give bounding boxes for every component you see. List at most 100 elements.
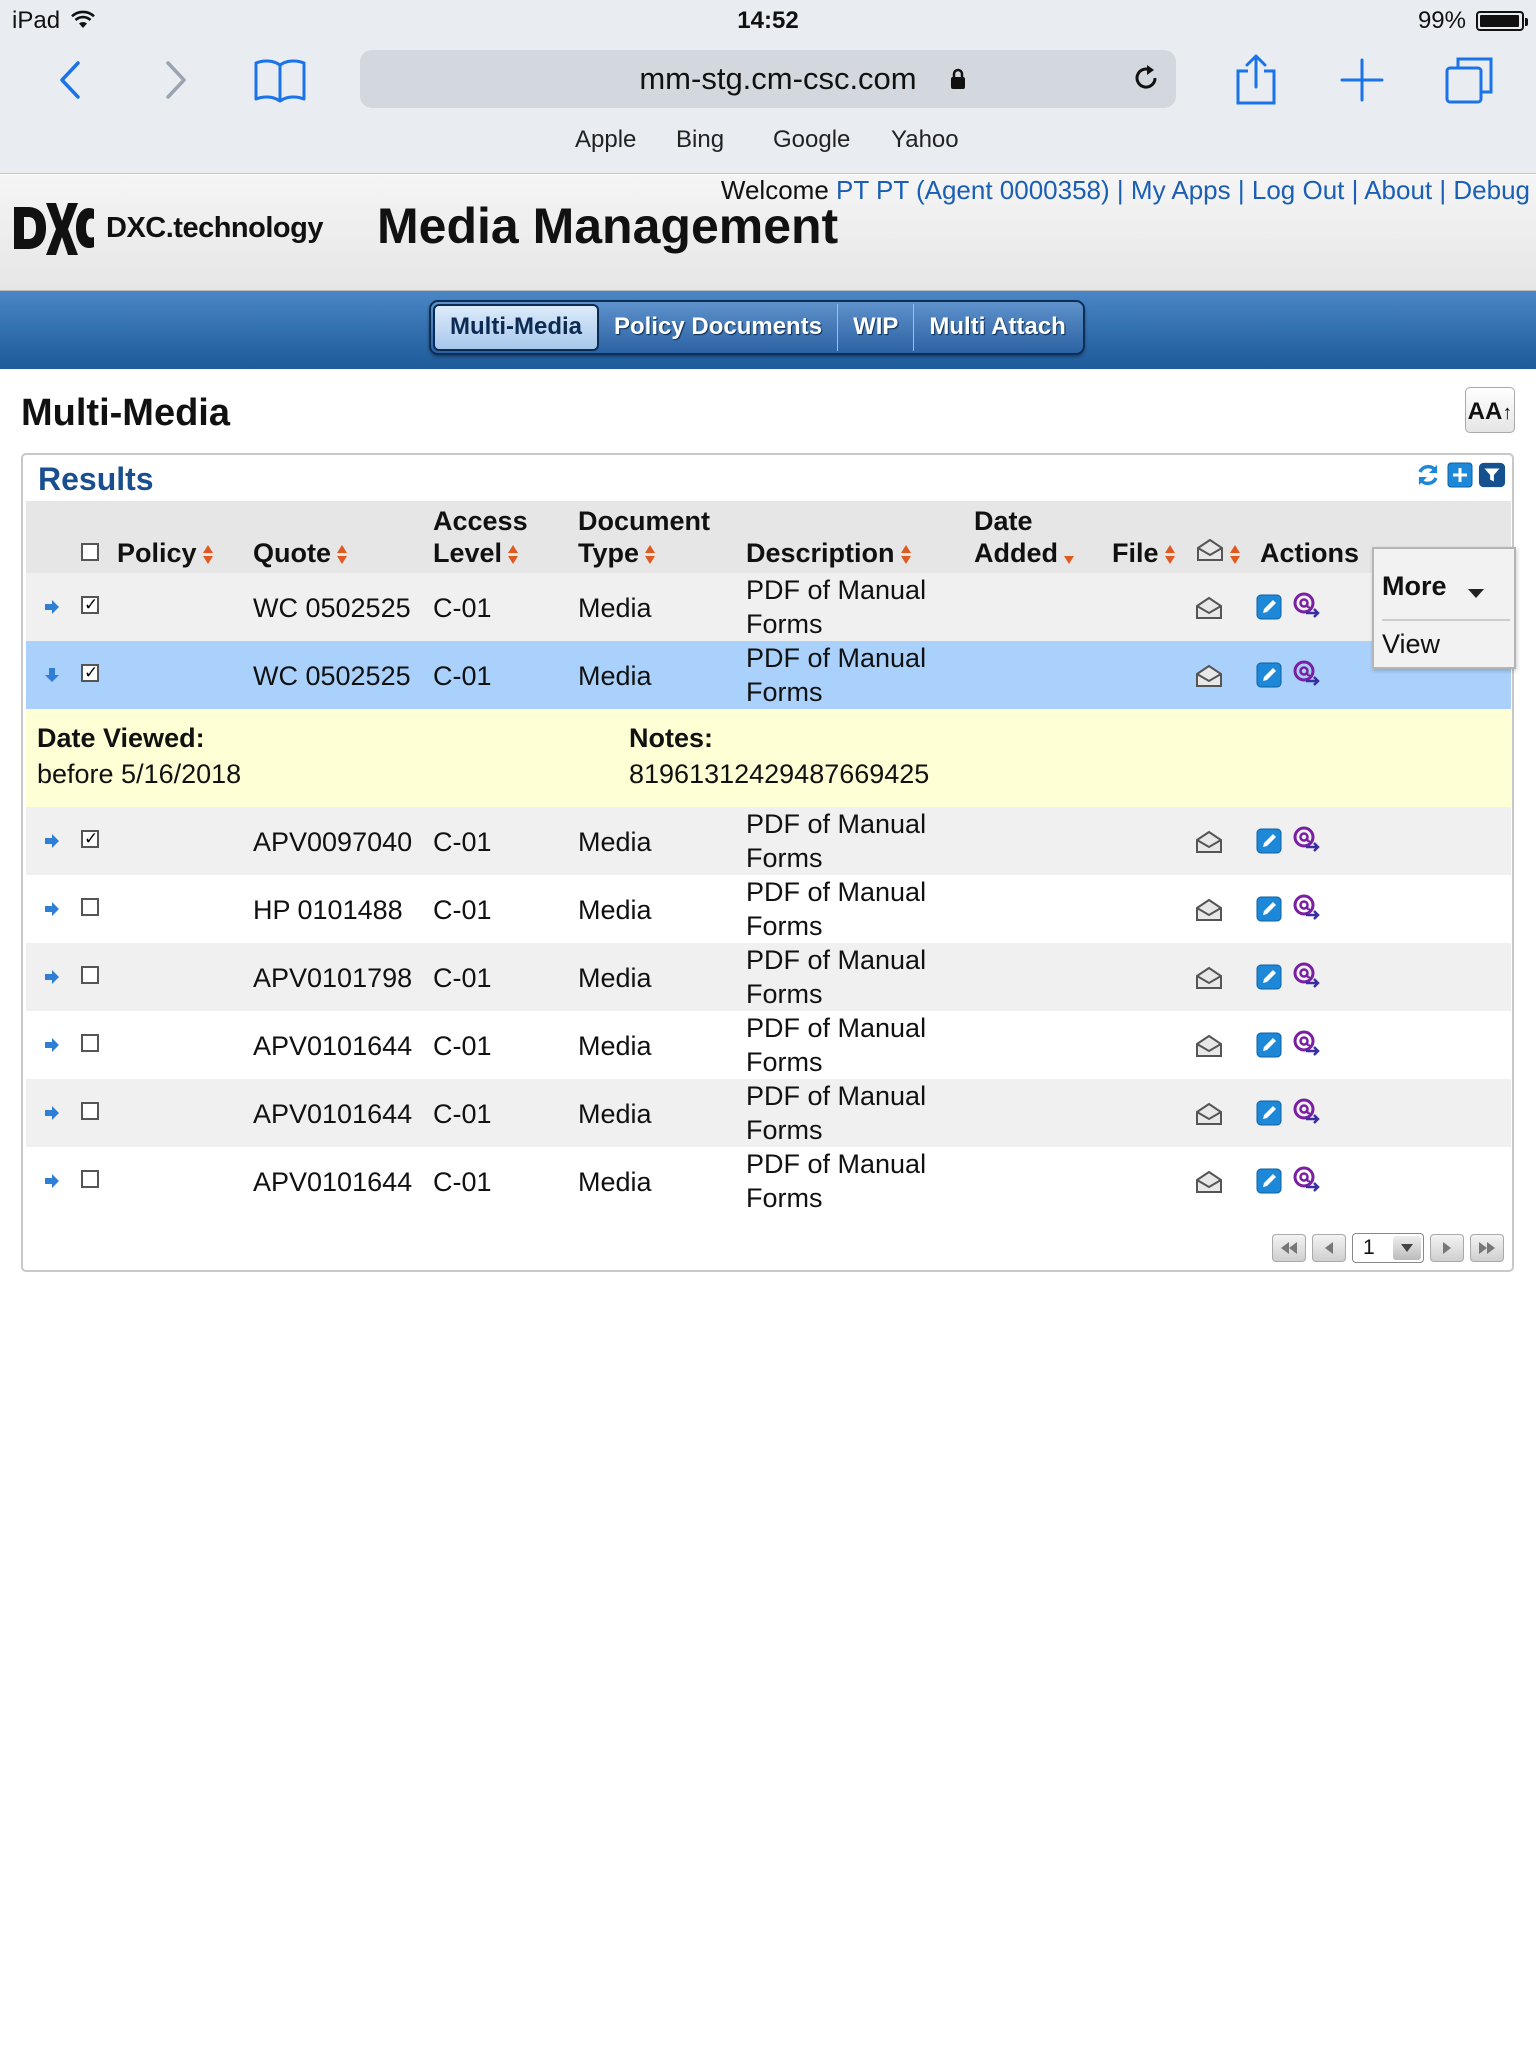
search-attach-icon[interactable]: [1292, 893, 1322, 928]
row-checkbox[interactable]: [81, 966, 99, 984]
chevron-down-icon: [1393, 1236, 1421, 1260]
reload-icon[interactable]: [1130, 62, 1162, 99]
expand-arrow-icon[interactable]: [44, 599, 60, 620]
edit-icon[interactable]: [1256, 594, 1282, 625]
envelope-icon[interactable]: [1195, 830, 1223, 859]
tabs-icon[interactable]: [1440, 50, 1500, 110]
share-icon[interactable]: [1226, 50, 1286, 110]
envelope-icon[interactable]: [1195, 1170, 1223, 1199]
first-page-button[interactable]: [1272, 1234, 1306, 1262]
bookmarks-icon[interactable]: [250, 50, 310, 110]
debug-link[interactable]: Debug: [1453, 175, 1530, 205]
search-attach-icon[interactable]: [1292, 659, 1322, 694]
add-icon[interactable]: [1446, 461, 1474, 489]
edit-icon[interactable]: [1256, 1100, 1282, 1131]
row-checkbox[interactable]: ✓: [81, 663, 99, 682]
col-date-added[interactable]: Date Added: [974, 505, 1074, 569]
search-attach-icon[interactable]: [1292, 1097, 1322, 1132]
search-attach-icon[interactable]: [1292, 1165, 1322, 1200]
notes-label: Notes:: [629, 723, 714, 753]
expand-arrow-icon[interactable]: [44, 1037, 60, 1058]
log-out-link[interactable]: Log Out: [1252, 175, 1345, 205]
tab-policy-documents[interactable]: Policy Documents: [599, 304, 839, 351]
envelope-icon[interactable]: [1195, 898, 1223, 927]
col-date-label: Date: [974, 506, 1033, 536]
envelope-icon[interactable]: [1195, 1034, 1223, 1063]
my-apps-link[interactable]: My Apps: [1131, 175, 1231, 205]
new-tab-icon[interactable]: [1332, 50, 1392, 110]
tab-multi-attach[interactable]: Multi Attach: [914, 304, 1080, 351]
next-page-button[interactable]: [1430, 1234, 1464, 1262]
back-button[interactable]: [40, 50, 100, 110]
bookmark-google[interactable]: Google: [773, 126, 850, 154]
table-row[interactable]: ✓ APV0097040 C-01 Media PDF of Manual Forms: [26, 807, 1511, 875]
table-row[interactable]: APV0101644 C-01 Media PDF of Manual Forms: [26, 1079, 1511, 1147]
envelope-icon[interactable]: [1195, 664, 1223, 693]
search-attach-icon[interactable]: [1292, 591, 1322, 626]
envelope-icon[interactable]: [1195, 966, 1223, 995]
next-page-icon: [1443, 1242, 1451, 1254]
about-link[interactable]: About: [1364, 175, 1432, 205]
forward-button[interactable]: [146, 50, 206, 110]
col-policy[interactable]: Policy: [117, 537, 213, 569]
expand-arrow-icon[interactable]: [44, 1173, 60, 1194]
bookmark-bing[interactable]: Bing: [676, 126, 724, 154]
col-email[interactable]: [1196, 537, 1240, 569]
col-description[interactable]: Description: [746, 537, 911, 569]
expand-arrow-icon[interactable]: [44, 833, 60, 854]
search-attach-icon[interactable]: [1292, 961, 1322, 996]
edit-icon[interactable]: [1256, 662, 1282, 693]
address-bar[interactable]: mm-stg.cm-csc.com: [360, 50, 1176, 108]
last-page-button[interactable]: [1470, 1234, 1504, 1262]
more-dropdown[interactable]: More View: [1372, 547, 1516, 669]
row-checkbox[interactable]: ✓: [81, 829, 99, 848]
filter-icon[interactable]: [1478, 461, 1506, 489]
tab-wip[interactable]: WIP: [838, 304, 915, 351]
quote-cell: WC 0502525: [253, 661, 411, 691]
col-file[interactable]: File: [1112, 537, 1175, 569]
table-row[interactable]: APV0101798 C-01 Media PDF of Manual Forms: [26, 943, 1511, 1011]
row-checkbox[interactable]: [81, 1170, 99, 1188]
access-level-cell: C-01: [433, 827, 492, 857]
bookmark-yahoo[interactable]: Yahoo: [891, 126, 959, 154]
expand-arrow-icon[interactable]: [44, 969, 60, 990]
edit-icon[interactable]: [1256, 1032, 1282, 1063]
document-type-cell: Media: [578, 661, 652, 691]
description-line: PDF of Manual: [746, 1081, 927, 1111]
edit-icon[interactable]: [1256, 896, 1282, 927]
description-line: PDF of Manual: [746, 643, 927, 673]
description-line: PDF of Manual: [746, 1013, 927, 1043]
search-attach-icon[interactable]: [1292, 1029, 1322, 1064]
envelope-icon[interactable]: [1195, 596, 1223, 625]
row-checkbox[interactable]: [81, 1034, 99, 1052]
expand-arrow-icon[interactable]: [44, 901, 60, 922]
table-row[interactable]: APV0101644 C-01 Media PDF of Manual Forms: [26, 1147, 1511, 1215]
col-quote[interactable]: Quote: [253, 537, 347, 569]
row-checkbox[interactable]: ✓: [81, 595, 99, 614]
edit-icon[interactable]: [1256, 964, 1282, 995]
edit-icon[interactable]: [1256, 1168, 1282, 1199]
expand-arrow-icon[interactable]: [44, 1105, 60, 1126]
search-attach-icon[interactable]: [1292, 825, 1322, 860]
expand-arrow-icon[interactable]: [44, 667, 60, 688]
edit-icon[interactable]: [1256, 828, 1282, 859]
prev-page-button[interactable]: [1312, 1234, 1346, 1262]
user-link[interactable]: PT PT (Agent 0000358): [836, 175, 1110, 205]
table-row[interactable]: APV0101644 C-01 Media PDF of Manual Forms: [26, 1011, 1511, 1079]
col-access-level[interactable]: Access Level: [433, 505, 528, 569]
envelope-icon[interactable]: [1195, 1102, 1223, 1131]
select-all-checkbox[interactable]: [81, 543, 99, 561]
battery-icon: [1476, 11, 1528, 31]
table-row[interactable]: ✓ WC 0502525 C-01 Media PDF of Manual Forms: [26, 573, 1511, 641]
tab-multi-media[interactable]: Multi-Media: [433, 304, 599, 351]
bookmark-apple[interactable]: Apple: [575, 126, 636, 154]
page-select[interactable]: 1: [1352, 1233, 1424, 1263]
table-row[interactable]: ✓ WC 0502525 C-01 Media PDF of Manual Forms: [26, 641, 1511, 709]
row-checkbox[interactable]: [81, 1102, 99, 1120]
refresh-icon[interactable]: [1414, 461, 1442, 489]
col-document-type[interactable]: Document Type: [578, 505, 710, 569]
table-row[interactable]: HP 0101488 C-01 Media PDF of Manual Forms: [26, 875, 1511, 943]
font-size-button[interactable]: AA↑: [1465, 387, 1515, 433]
row-checkbox[interactable]: [81, 898, 99, 916]
more-item-view[interactable]: View: [1382, 629, 1440, 660]
